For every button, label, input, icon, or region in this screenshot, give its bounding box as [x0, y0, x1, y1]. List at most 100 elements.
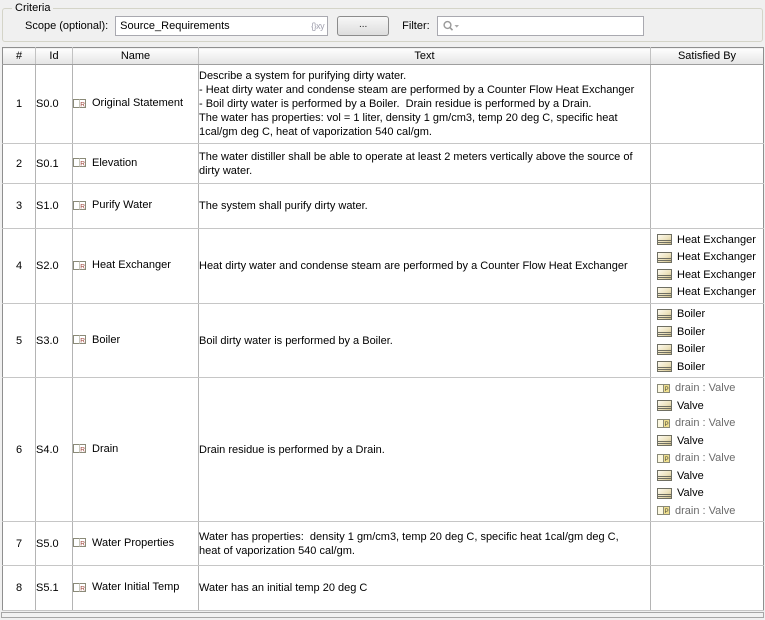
cell-name[interactable]: R Elevation [72, 143, 199, 184]
cell-name[interactable]: R Purify Water [72, 183, 199, 229]
cell-id[interactable]: S5.0 [35, 521, 73, 566]
block-icon [657, 470, 672, 482]
part-icon: P [657, 418, 670, 428]
requirement-icon: R [73, 538, 86, 548]
cell-name[interactable]: R Water Initial Temp [72, 565, 199, 611]
cell-satisfied-by[interactable] [650, 183, 764, 229]
cell-satisfied-by[interactable] [650, 143, 764, 184]
cell-name[interactable]: R Original Statement [72, 64, 199, 144]
requirement-icon: R [73, 582, 86, 592]
block-icon [657, 308, 672, 320]
satisfied-label: drain : Valve [675, 452, 736, 465]
cell-id[interactable]: S0.1 [35, 143, 73, 184]
cell-satisfied-by[interactable] [650, 64, 764, 144]
satisfied-entry[interactable]: Boiler [651, 341, 763, 359]
search-icon[interactable] [442, 20, 460, 33]
filter-label: Filter: [402, 20, 430, 32]
table-row: 3 S1.0 R Purify Water The system shall purif… [2, 183, 764, 229]
criteria-title: Criteria [15, 2, 51, 14]
satisfied-entry[interactable]: Pdrain : Valve [651, 502, 763, 520]
column-header-text[interactable]: Text [198, 47, 651, 65]
svg-text:P: P [665, 457, 669, 463]
satisfied-entry[interactable]: Valve [651, 432, 763, 450]
cell-name[interactable]: R Drain [72, 377, 199, 522]
satisfied-label: Valve [677, 487, 704, 500]
cell-number[interactable]: 8 [2, 565, 36, 611]
cell-id[interactable]: S3.0 [35, 303, 73, 378]
cell-id[interactable]: S0.0 [35, 64, 73, 144]
cell-satisfied-by[interactable] [650, 521, 764, 566]
cell-name[interactable]: R Boiler [72, 303, 199, 378]
cell-number[interactable]: 2 [2, 143, 36, 184]
cell-text[interactable]: The system shall purify dirty water. [198, 183, 651, 229]
satisfied-label: Heat Exchanger [677, 286, 756, 299]
svg-text:R: R [80, 263, 85, 270]
cell-number[interactable]: 6 [2, 377, 36, 522]
svg-text:R: R [80, 203, 85, 210]
requirement-name: Elevation [92, 156, 138, 169]
svg-text:P: P [665, 509, 669, 515]
cell-id[interactable]: S2.0 [35, 228, 73, 304]
satisfied-label: Boiler [677, 308, 706, 321]
satisfied-entry[interactable]: Heat Exchanger [651, 249, 763, 267]
satisfied-entry[interactable]: Boiler [651, 358, 763, 376]
table-body: 1 S0.0 R Original Statement Describe a syste… [2, 64, 764, 611]
requirements-panel: Criteria Scope (optional): Source_Requir… [0, 2, 765, 618]
cell-number[interactable]: 5 [2, 303, 36, 378]
satisfied-entry[interactable]: Boiler [651, 323, 763, 341]
satisfied-entry[interactable]: Pdrain : Valve [651, 415, 763, 433]
filter-input[interactable] [436, 16, 644, 36]
block-icon [657, 251, 672, 263]
satisfied-label: Boiler [677, 325, 706, 338]
criteria-groupbox: Criteria Scope (optional): Source_Requir… [2, 2, 763, 42]
satisfied-entry[interactable]: Pdrain : Valve [651, 380, 763, 398]
cell-name[interactable]: R Water Properties [72, 521, 199, 566]
satisfied-entry[interactable]: Valve [651, 467, 763, 485]
requirement-icon: R [73, 260, 86, 270]
requirement-name: Water Properties [92, 536, 175, 549]
requirement-icon: R [73, 444, 86, 454]
cell-text[interactable]: Water has an initial temp 20 deg C [198, 565, 651, 611]
part-icon: P [657, 506, 670, 516]
cell-id[interactable]: S5.1 [35, 565, 73, 611]
block-icon [657, 326, 672, 338]
cell-name[interactable]: R Heat Exchanger [72, 228, 199, 304]
svg-text:R: R [80, 101, 85, 108]
column-header-num[interactable]: # [2, 47, 36, 65]
cell-satisfied-by[interactable]: Pdrain : Valve Valve Pdrain : Valve Valve Pd… [650, 377, 764, 522]
satisfied-entry[interactable]: Boiler [651, 306, 763, 324]
cell-number[interactable]: 7 [2, 521, 36, 566]
cell-text[interactable]: Heat dirty water and condense steam are … [198, 228, 651, 304]
svg-text:R: R [80, 338, 85, 345]
satisfied-entry[interactable]: Heat Exchanger [651, 284, 763, 302]
cell-text[interactable]: The water distiller shall be able to ope… [198, 143, 651, 184]
cell-text[interactable]: Describe a system for purifying dirty wa… [198, 64, 651, 144]
cell-satisfied-by[interactable]: Heat Exchanger Heat Exchanger Heat Exchang… [650, 228, 764, 304]
cell-id[interactable]: S4.0 [35, 377, 73, 522]
cell-text[interactable]: Drain residue is performed by a Drain. [198, 377, 651, 522]
satisfied-entry[interactable]: Valve [651, 485, 763, 503]
cell-number[interactable]: 1 [2, 64, 36, 144]
browse-scope-button[interactable]: ... [337, 16, 390, 36]
cell-text[interactable]: Boil dirty water is performed by a Boile… [198, 303, 651, 378]
scope-value: Source_Requirements [120, 20, 230, 32]
requirement-icon: R [73, 158, 86, 168]
cell-id[interactable]: S1.0 [35, 183, 73, 229]
cell-text[interactable]: Water has properties: density 1 gm/cm3, … [198, 521, 651, 566]
column-header-id[interactable]: Id [35, 47, 73, 65]
block-icon [657, 269, 672, 281]
satisfied-entry[interactable]: Heat Exchanger [651, 231, 763, 249]
cell-satisfied-by[interactable] [650, 565, 764, 611]
cell-satisfied-by[interactable]: Boiler Boiler Boiler Boiler [650, 303, 764, 378]
satisfied-entry[interactable]: Valve [651, 397, 763, 415]
column-header-satisfied-by[interactable]: Satisfied By [650, 47, 764, 65]
cell-number[interactable]: 3 [2, 183, 36, 229]
column-header-name[interactable]: Name [72, 47, 199, 65]
cell-number[interactable]: 4 [2, 228, 36, 304]
svg-text:P: P [665, 387, 669, 393]
satisfied-entry[interactable]: Pdrain : Valve [651, 450, 763, 468]
horizontal-scrollbar[interactable] [1, 612, 764, 618]
svg-text:R: R [80, 541, 85, 548]
satisfied-entry[interactable]: Heat Exchanger [651, 266, 763, 284]
scope-input[interactable]: Source_Requirements {}xy [115, 16, 329, 36]
